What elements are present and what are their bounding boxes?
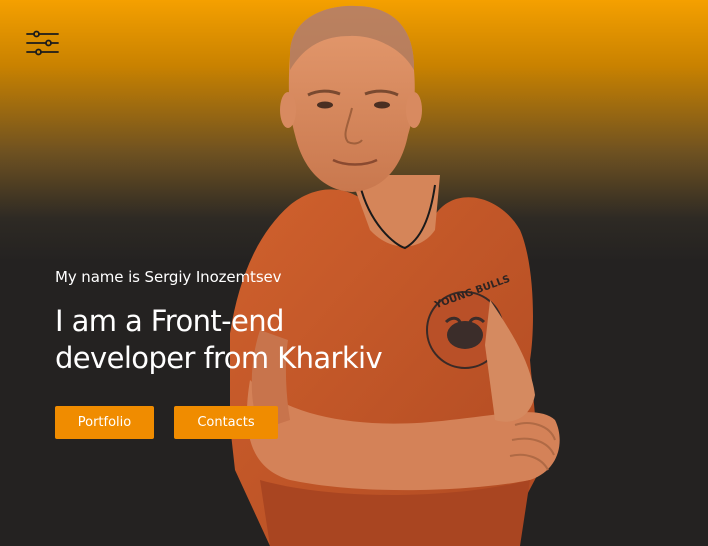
hero-headline: I am a Front-end developer from Kharkiv	[55, 303, 383, 377]
headline-line-1: I am a Front-end	[55, 304, 284, 338]
contacts-button[interactable]: Contacts	[174, 406, 278, 439]
portfolio-button[interactable]: Portfolio	[55, 406, 154, 439]
headline-line-2: developer from Kharkiv	[55, 341, 383, 375]
hero-section: YOUNG BULLS My name is Sergiy Inozemtsev…	[0, 0, 708, 546]
intro-text: My name is Sergiy Inozemtsev	[55, 268, 282, 286]
sliders-icon[interactable]	[24, 29, 64, 61]
